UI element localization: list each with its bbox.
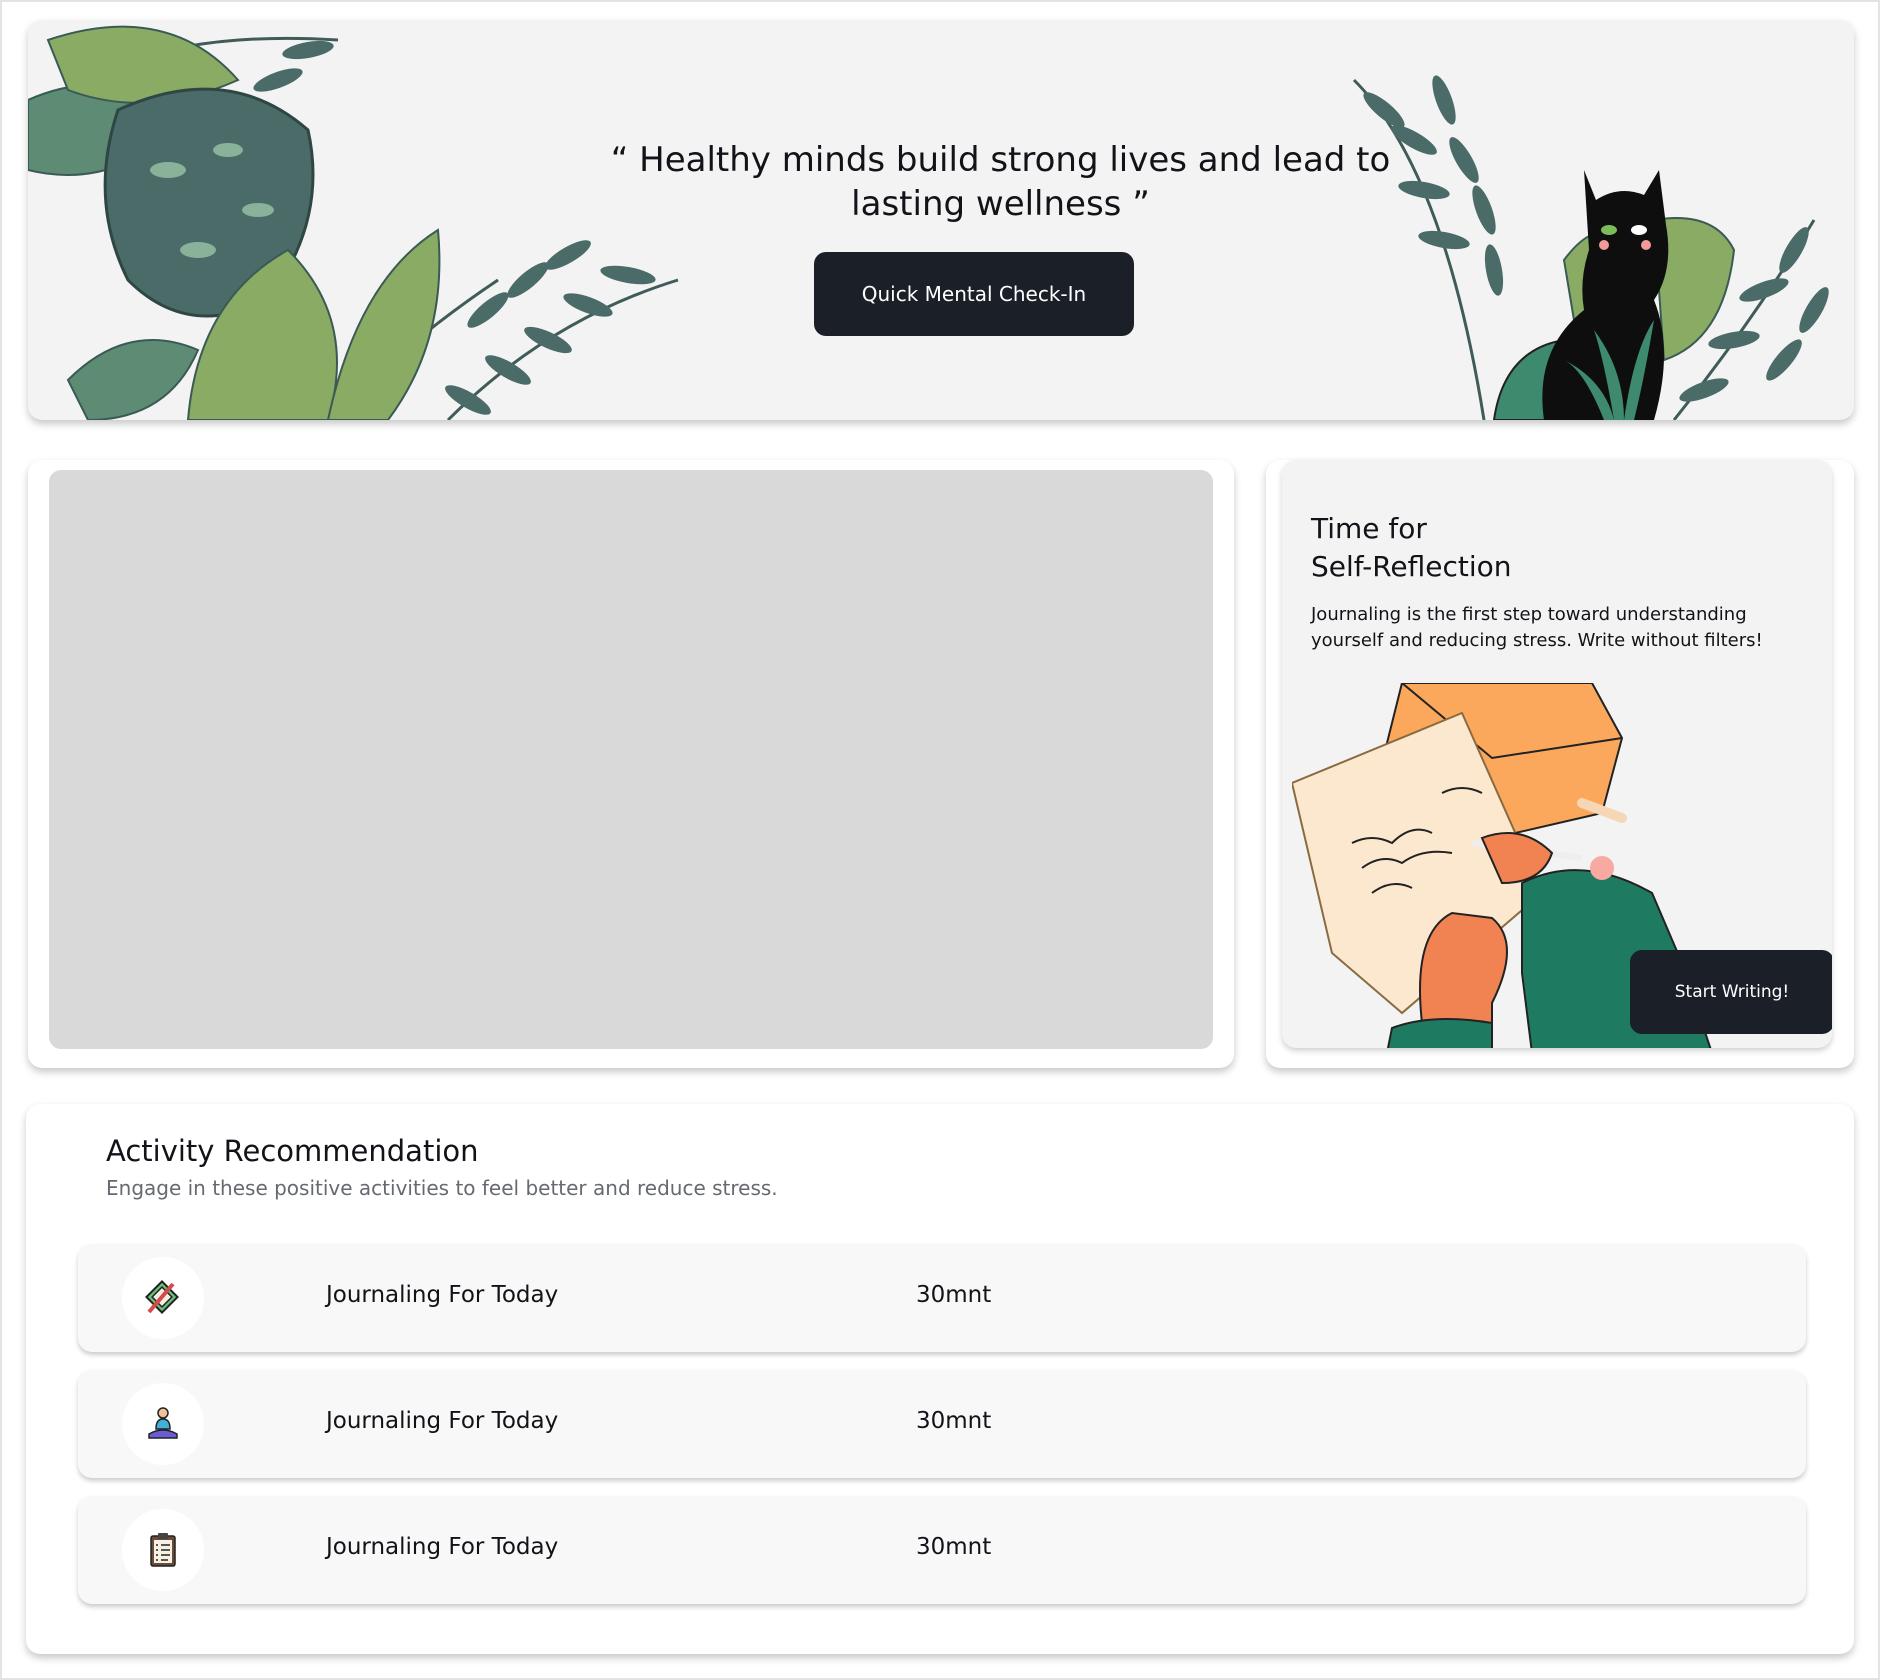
activity-recommendation-section: Activity Recommendation Engage in these …	[26, 1104, 1854, 1654]
activity-duration: 30mnt	[916, 1282, 992, 1308]
hero-quote: “ Healthy minds build strong lives and l…	[610, 140, 1391, 224]
quick-mental-checkin-button[interactable]: Quick Mental Check-In	[814, 252, 1134, 336]
activity-duration: 30mnt	[916, 1408, 992, 1434]
hero-banner: “ Healthy minds build strong lives and l…	[28, 20, 1854, 420]
media-card	[28, 460, 1234, 1068]
meditation-icon	[148, 1407, 178, 1439]
self-reflection-panel: Time for Self-Reflection Journaling is t…	[1282, 460, 1832, 1048]
reflection-description: Journaling is the first step toward unde…	[1311, 604, 1763, 651]
activity-icon-wrap	[122, 1383, 204, 1465]
start-writing-button[interactable]: Start Writing!	[1630, 950, 1832, 1034]
reflection-title-line2: Self-Reflection	[1311, 550, 1512, 583]
activity-name: Journaling For Today	[326, 1282, 559, 1308]
activity-row[interactable]: Journaling For Today 30mnt	[78, 1496, 1806, 1604]
self-reflection-card: Time for Self-Reflection Journaling is t…	[1266, 460, 1854, 1068]
activity-name: Journaling For Today	[326, 1534, 559, 1560]
section-title: Activity Recommendation	[106, 1134, 479, 1168]
activity-icon-wrap	[122, 1509, 204, 1591]
activity-row[interactable]: Journaling For Today 30mnt	[78, 1370, 1806, 1478]
reflection-title: Time for Self-Reflection	[1311, 510, 1731, 586]
activity-name: Journaling For Today	[326, 1408, 559, 1434]
reflection-title-line1: Time for	[1311, 512, 1427, 545]
media-placeholder	[49, 470, 1213, 1049]
section-subtitle: Engage in these positive activities to f…	[106, 1176, 778, 1200]
activity-duration: 30mnt	[916, 1534, 992, 1560]
notebook-pen-icon	[145, 1280, 179, 1314]
activity-row[interactable]: Journaling For Today 30mnt	[78, 1244, 1806, 1352]
clipboard-checklist-icon	[150, 1533, 176, 1567]
activity-icon-wrap	[122, 1257, 204, 1339]
